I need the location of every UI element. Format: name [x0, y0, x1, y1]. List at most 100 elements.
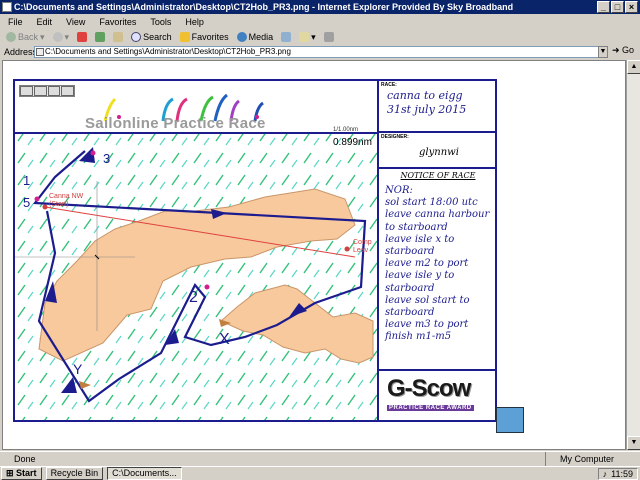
taskbar-item-label: C:\Documents... [112, 468, 177, 478]
notice-line: NOR: [385, 185, 413, 196]
clock: 11:59 [611, 469, 633, 479]
security-zone: My Computer [545, 452, 640, 466]
mail-button[interactable]: ▾ [299, 32, 316, 43]
stop-icon [77, 32, 88, 42]
notice-line: sol start 18:00 utc [385, 197, 478, 209]
race-info-panel: RACE: canna to eigg 31st july 2015 DESIG… [377, 81, 497, 420]
refresh-button[interactable] [95, 32, 106, 42]
start-label: Start [16, 468, 37, 478]
page-viewport: Sailonline Practice Race 1/1.00nm 0.899n… [2, 60, 626, 450]
home-button[interactable] [113, 32, 124, 42]
notice-line: starboard [385, 246, 435, 258]
gscow-title: G-Scow [387, 375, 471, 402]
mail-icon [299, 32, 310, 42]
print-button[interactable] [323, 32, 334, 42]
scroll-up-button[interactable]: ▲ [627, 60, 640, 74]
award-badge-icon [496, 407, 524, 433]
page-icon [36, 48, 44, 56]
race-date: 31st july 2015 [387, 103, 467, 116]
minimize-button[interactable]: _ [597, 1, 610, 13]
notice-line: leave isle x to [385, 233, 455, 245]
address-value: C:\Documents and Settings\Administrator\… [45, 47, 291, 56]
home-icon [113, 32, 124, 42]
media-button[interactable]: Media [236, 32, 274, 42]
notice-line: leave m3 to port [385, 319, 469, 331]
menu-edit[interactable]: Edit [37, 17, 53, 27]
isle-y-label: Y [73, 361, 83, 377]
close-button[interactable]: × [625, 1, 638, 13]
menu-view[interactable]: View [66, 17, 85, 27]
stop-button[interactable] [77, 32, 88, 42]
mark-m2-dot [204, 284, 210, 290]
mark-m3-label: 3 [103, 151, 111, 166]
notice-line: leave canna harbour [385, 209, 490, 221]
star-icon [179, 32, 190, 42]
taskbar-item-label: Recycle Bin [50, 468, 99, 478]
notice-line: to starboard [385, 221, 448, 233]
chart-panel: Sailonline Practice Race 1/1.00nm 0.899n… [15, 81, 377, 420]
back-button[interactable]: Back ▾ [6, 32, 45, 43]
finish-label: Comp [353, 239, 372, 246]
race-label: RACE: [381, 82, 397, 88]
scale-top: 1/1.00nm [333, 127, 359, 133]
scale-value: 0.899nm [333, 137, 372, 148]
system-tray: ♪ 11:59 [597, 468, 638, 480]
race-section: RACE: canna to eigg 31st july 2015 [379, 81, 497, 133]
start-label: Canna NW [49, 193, 84, 200]
menu-help[interactable]: Help [185, 17, 204, 27]
status-text: Done [14, 454, 36, 464]
designer-label: DESIGNER: [381, 134, 409, 140]
printer-icon [323, 32, 334, 42]
zone-text: My Computer [560, 454, 615, 464]
title-bar: C:\Documents and Settings\Administrator\… [0, 0, 640, 14]
search-icon [131, 32, 142, 42]
forward-button[interactable]: ▾ [52, 32, 69, 43]
forward-arrow-icon [52, 32, 63, 42]
menu-bar: File Edit View Favorites Tools Help [0, 14, 640, 30]
search-button[interactable]: Search [131, 32, 172, 42]
race-name: canna to eigg [387, 89, 463, 102]
toolbar: Back ▾ ▾ Search Favorites Media ▾ [0, 30, 640, 44]
back-label: Back [18, 32, 39, 42]
menu-tools[interactable]: Tools [150, 17, 171, 27]
notice-line: leave sol start to [385, 294, 470, 306]
status-bar: Done My Computer [0, 451, 640, 466]
media-icon [236, 32, 247, 42]
media-label: Media [248, 32, 274, 42]
history-icon [281, 32, 292, 42]
notice-line: starboard [385, 307, 435, 319]
notice-line: leave isle y to [385, 270, 455, 282]
address-dropdown[interactable]: ▼ [598, 46, 608, 58]
window-title: C:\Documents and Settings\Administrator\… [14, 2, 514, 12]
taskbar: ⊞ Start Recycle Bin C:\Documents... ♪ 11… [0, 466, 640, 480]
banner-title: Sailonline Practice Race [85, 115, 266, 132]
menu-file[interactable]: File [8, 17, 23, 27]
history-button[interactable] [281, 32, 292, 42]
designer-name: glynnwi [419, 147, 459, 158]
favorites-button[interactable]: Favorites [179, 32, 229, 42]
refresh-icon [95, 32, 106, 42]
volume-icon[interactable]: ♪ [603, 469, 608, 479]
ie-icon [2, 2, 12, 12]
menu-favorites[interactable]: Favorites [99, 17, 136, 27]
taskbar-item-browser[interactable]: C:\Documents... [107, 467, 182, 480]
go-button[interactable]: ➜ Go [612, 45, 634, 56]
mark-m5-dot [34, 196, 40, 202]
scroll-down-button[interactable]: ▼ [627, 436, 640, 450]
mark-m5-label: 5 [23, 195, 31, 210]
vertical-scrollbar[interactable]: ▲ ▼ [626, 60, 640, 450]
mark-finish-dot [344, 246, 350, 252]
favorites-label: Favorites [191, 32, 229, 42]
notice-line: starboard [385, 282, 435, 294]
mark-m1-label: 1 [23, 173, 31, 188]
notice-list: NOR: sol start 18:00 utc leave canna har… [385, 185, 489, 344]
maximize-button[interactable]: □ [611, 1, 624, 13]
finish-sub-label: Leav [353, 247, 369, 254]
notice-title: NOTICE OF RACE [400, 171, 476, 180]
back-arrow-icon [6, 32, 16, 42]
start-button[interactable]: ⊞ Start [1, 467, 42, 480]
address-input[interactable]: C:\Documents and Settings\Administrator\… [34, 46, 608, 58]
mark-m3-dot [90, 150, 96, 156]
taskbar-item-recycle-bin[interactable]: Recycle Bin [45, 467, 104, 480]
address-bar: Address C:\Documents and Settings\Admini… [0, 45, 640, 59]
